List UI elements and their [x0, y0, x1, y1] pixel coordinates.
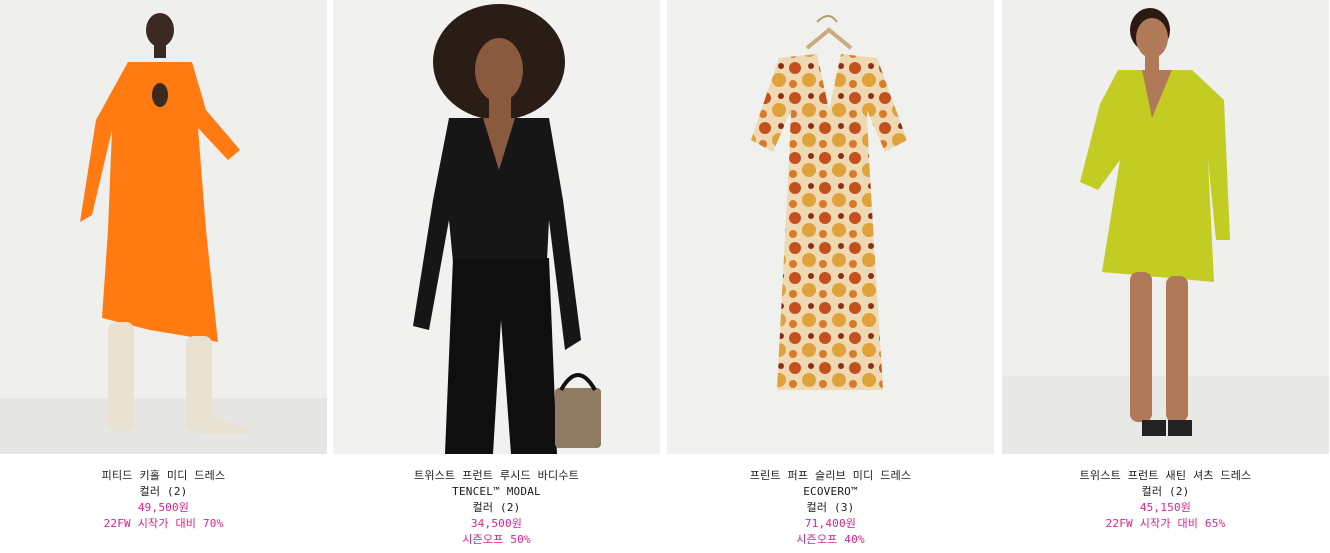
product-price: 71,400원	[804, 517, 857, 530]
product-name[interactable]: 트위스트 프런트 새틴 셔츠 드레스	[1002, 468, 1329, 484]
product-info: 피티드 키홀 미디 드레스 컬러 (2) 49,500원 22FW 시작가 대비…	[0, 454, 327, 532]
product-image[interactable]	[333, 0, 660, 454]
product-grid: 피티드 키홀 미디 드레스 컬러 (2) 49,500원 22FW 시작가 대비…	[0, 0, 1330, 553]
product-info: 프린트 퍼프 슬리브 미디 드레스 ECOVERO™ 컬러 (3) 71,400…	[667, 454, 994, 548]
product-material: ECOVERO™	[803, 485, 858, 498]
product-info: 트위스트 프런트 새틴 셔츠 드레스 컬러 (2) 45,150원 22FW 시…	[1002, 454, 1329, 532]
product-promo: 시즌오프 50%	[462, 533, 531, 546]
product-card[interactable]: 트위스트 프런트 루시드 바디수트 TENCEL™ MODAL 컬러 (2) 3…	[333, 0, 660, 548]
product-color-count: 컬러 (2)	[1141, 485, 1190, 498]
product-info: 트위스트 프런트 루시드 바디수트 TENCEL™ MODAL 컬러 (2) 3…	[333, 454, 660, 548]
product-color-count: 컬러 (2)	[139, 485, 188, 498]
product-price: 34,500원	[470, 517, 523, 530]
product-image[interactable]	[0, 0, 327, 454]
product-name[interactable]: 피티드 키홀 미디 드레스	[0, 468, 327, 484]
product-color-count: 컬러 (3)	[806, 501, 855, 514]
product-card[interactable]: 트위스트 프런트 새틴 셔츠 드레스 컬러 (2) 45,150원 22FW 시…	[1002, 0, 1329, 532]
product-image[interactable]	[667, 0, 994, 454]
product-image[interactable]	[1002, 0, 1329, 454]
product-promo: 22FW 시작가 대비 65%	[1105, 517, 1226, 530]
product-card[interactable]: 프린트 퍼프 슬리브 미디 드레스 ECOVERO™ 컬러 (3) 71,400…	[667, 0, 994, 548]
product-price: 45,150원	[1139, 501, 1192, 514]
product-name[interactable]: 트위스트 프런트 루시드 바디수트	[333, 468, 660, 484]
product-promo: 시즌오프 40%	[796, 533, 865, 546]
product-promo: 22FW 시작가 대비 70%	[103, 517, 224, 530]
product-material: TENCEL™ MODAL	[452, 485, 541, 498]
product-color-count: 컬러 (2)	[472, 501, 521, 514]
product-name[interactable]: 프린트 퍼프 슬리브 미디 드레스	[667, 468, 994, 484]
product-card[interactable]: 피티드 키홀 미디 드레스 컬러 (2) 49,500원 22FW 시작가 대비…	[0, 0, 327, 532]
product-price: 49,500원	[137, 501, 190, 514]
